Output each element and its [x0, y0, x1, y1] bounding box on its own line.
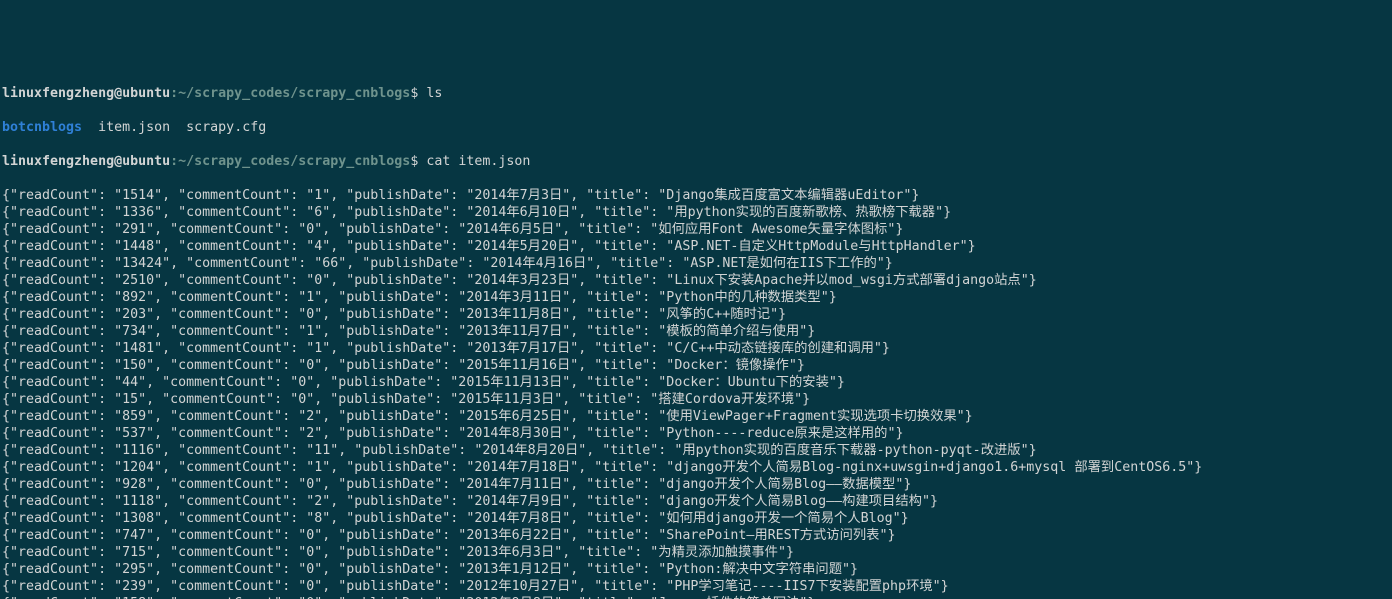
json-line: {"readCount": "859", "commentCount": "2"… [2, 408, 1390, 425]
json-line: {"readCount": "295", "commentCount": "0"… [2, 561, 1390, 578]
json-line: {"readCount": "2510", "commentCount": "0… [2, 272, 1390, 289]
json-line: {"readCount": "13424", "commentCount": "… [2, 255, 1390, 272]
json-line: {"readCount": "239", "commentCount": "0"… [2, 578, 1390, 595]
json-line: {"readCount": "15", "commentCount": "0",… [2, 391, 1390, 408]
json-line: {"readCount": "734", "commentCount": "1"… [2, 323, 1390, 340]
json-line: {"readCount": "158", "commentCount": "0"… [2, 595, 1390, 599]
json-line: {"readCount": "715", "commentCount": "0"… [2, 544, 1390, 561]
json-line: {"readCount": "1448", "commentCount": "4… [2, 238, 1390, 255]
json-line: {"readCount": "150", "commentCount": "0"… [2, 357, 1390, 374]
prompt-dollar: $ [410, 154, 418, 169]
json-line: {"readCount": "1514", "commentCount": "1… [2, 187, 1390, 204]
terminal[interactable]: linuxfengzheng@ubuntu:~/scrapy_codes/scr… [0, 68, 1392, 599]
json-line: {"readCount": "747", "commentCount": "0"… [2, 527, 1390, 544]
json-line: {"readCount": "1481", "commentCount": "1… [2, 340, 1390, 357]
json-line: {"readCount": "1204", "commentCount": "1… [2, 459, 1390, 476]
json-line: {"readCount": "537", "commentCount": "2"… [2, 425, 1390, 442]
dir-botcnblogs: botcnblogs [2, 120, 82, 135]
command-cat: cat item.json [426, 154, 530, 169]
prompt-userhost: linuxfengzheng@ubuntu [2, 86, 170, 101]
json-line: {"readCount": "892", "commentCount": "1"… [2, 289, 1390, 306]
ls-output: botcnblogs item.json scrapy.cfg [2, 119, 1390, 136]
json-line: {"readCount": "44", "commentCount": "0",… [2, 374, 1390, 391]
json-line: {"readCount": "1308", "commentCount": "8… [2, 510, 1390, 527]
prompt-dollar: $ [410, 86, 418, 101]
json-line: {"readCount": "1336", "commentCount": "6… [2, 204, 1390, 221]
prompt-line-2: linuxfengzheng@ubuntu:~/scrapy_codes/scr… [2, 153, 1390, 170]
file-item-json: item.json [98, 120, 170, 135]
prompt-path: :~/scrapy_codes/scrapy_cnblogs [170, 154, 410, 169]
command-ls: ls [426, 86, 442, 101]
prompt-line-1: linuxfengzheng@ubuntu:~/scrapy_codes/scr… [2, 85, 1390, 102]
prompt-path: :~/scrapy_codes/scrapy_cnblogs [170, 86, 410, 101]
json-line: {"readCount": "1118", "commentCount": "2… [2, 493, 1390, 510]
cat-output: {"readCount": "1514", "commentCount": "1… [2, 187, 1390, 599]
json-line: {"readCount": "203", "commentCount": "0"… [2, 306, 1390, 323]
json-line: {"readCount": "1116", "commentCount": "1… [2, 442, 1390, 459]
json-line: {"readCount": "928", "commentCount": "0"… [2, 476, 1390, 493]
prompt-userhost: linuxfengzheng@ubuntu [2, 154, 170, 169]
file-scrapy-cfg: scrapy.cfg [186, 120, 266, 135]
json-line: {"readCount": "291", "commentCount": "0"… [2, 221, 1390, 238]
